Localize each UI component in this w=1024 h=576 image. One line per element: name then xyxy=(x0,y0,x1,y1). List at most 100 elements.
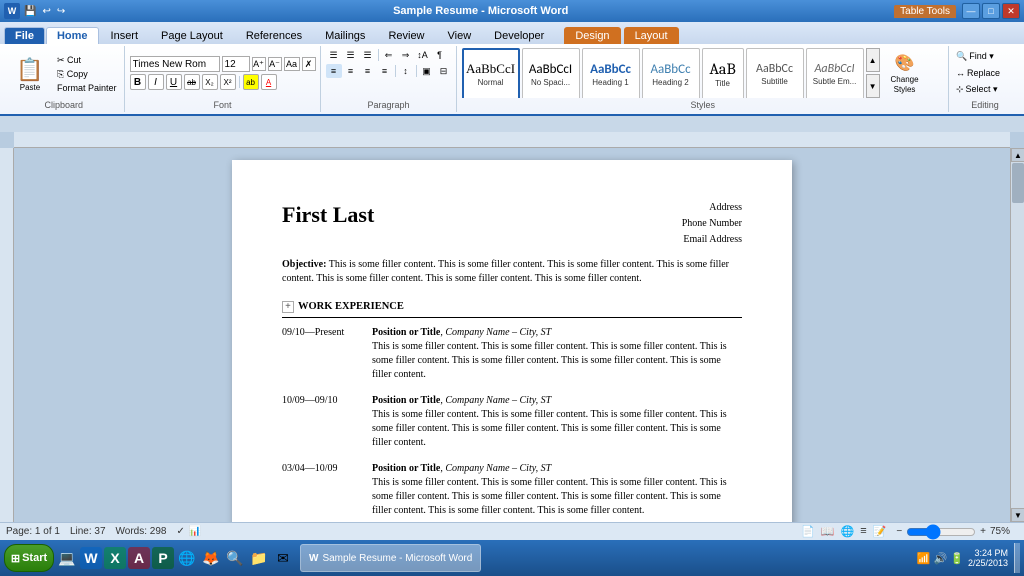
tab-file[interactable]: File xyxy=(4,27,45,44)
minimize-button[interactable]: — xyxy=(962,3,980,19)
tab-layout[interactable]: Layout xyxy=(624,27,679,44)
underline-button[interactable]: U xyxy=(166,74,182,90)
zoom-level[interactable]: 75% xyxy=(990,526,1018,537)
taskbar-icon-word[interactable]: W xyxy=(80,547,102,569)
justify-button[interactable]: ≡ xyxy=(377,64,393,78)
font-size-up-button[interactable]: A⁺ xyxy=(252,57,266,71)
multilevel-button[interactable]: ☰ xyxy=(360,48,376,62)
volume-icon[interactable]: 🔊 xyxy=(934,552,948,565)
style-normal[interactable]: AaBbCcI Normal xyxy=(462,48,520,98)
copy-button[interactable]: ⎘ Copy xyxy=(54,68,120,81)
taskbar-icon-excel[interactable]: X xyxy=(104,547,126,569)
start-button[interactable]: ⊞ Start xyxy=(4,544,54,572)
cut-button[interactable]: ✂ Cut xyxy=(54,54,120,67)
zoom-in-button[interactable]: + xyxy=(980,526,986,537)
select-button[interactable]: ⊹ Select ▾ xyxy=(954,82,1016,97)
close-button[interactable]: ✕ xyxy=(1002,3,1020,19)
macro-icon: 📊 xyxy=(189,526,201,537)
shading-button[interactable]: ▣ xyxy=(419,64,435,78)
left-ruler xyxy=(0,148,14,522)
web-layout-button[interactable]: 🌐 xyxy=(838,525,856,538)
style-no-spacing[interactable]: AaBbCcI No Spaci... xyxy=(522,48,580,98)
quick-access-redo[interactable]: ↪ xyxy=(55,6,67,17)
maximize-button[interactable]: □ xyxy=(982,3,1000,19)
font-color-button[interactable]: A xyxy=(261,74,277,90)
find-button[interactable]: 🔍 Find ▾ xyxy=(954,49,1016,64)
right-scrollbar[interactable]: ▲ ▼ xyxy=(1010,148,1024,522)
superscript-button[interactable]: X² xyxy=(220,74,236,90)
styles-group: AaBbCcI Normal AaBbCcI No Spaci... AaBbC… xyxy=(458,46,949,112)
font-size-input[interactable] xyxy=(222,56,250,72)
font-name-input[interactable] xyxy=(130,56,220,72)
change-case-button[interactable]: Aa xyxy=(284,57,300,71)
paste-button[interactable]: 📋 Paste xyxy=(8,48,52,100)
taskbar-icon-firefox[interactable]: 🦊 xyxy=(200,547,222,569)
document-scroll-area[interactable]: First Last Address Phone Number Email Ad… xyxy=(14,148,1010,522)
style-heading1[interactable]: AaBbCc Heading 1 xyxy=(582,48,640,98)
styles-scroll-up[interactable]: ▲ xyxy=(866,48,880,72)
network-icon[interactable]: 📶 xyxy=(917,552,931,565)
subscript-button[interactable]: X₂ xyxy=(202,74,218,90)
taskbar-icon-ie[interactable]: 🌐 xyxy=(176,547,198,569)
outline-view-button[interactable]: ≡ xyxy=(858,525,868,538)
tab-insert[interactable]: Insert xyxy=(100,27,150,44)
tab-developer[interactable]: Developer xyxy=(483,27,555,44)
tab-view[interactable]: View xyxy=(437,27,483,44)
replace-button[interactable]: ↔ Replace xyxy=(954,66,1016,80)
increase-indent-button[interactable]: ⇒ xyxy=(398,48,414,62)
status-bar: Page: 1 of 1 Line: 37 Words: 298 ✓ 📊 📄 📖… xyxy=(0,522,1024,540)
align-center-button[interactable]: ≡ xyxy=(343,64,359,78)
scroll-up-button[interactable]: ▲ xyxy=(1011,148,1024,162)
tab-review[interactable]: Review xyxy=(377,27,435,44)
styles-scroll-down[interactable]: ▼ xyxy=(866,74,880,98)
clock[interactable]: 3:24 PM 2/25/2013 xyxy=(968,548,1008,568)
zoom-slider[interactable] xyxy=(906,528,976,536)
taskbar-icon-project[interactable]: P xyxy=(152,547,174,569)
font-size-down-button[interactable]: A⁻ xyxy=(268,57,282,71)
scroll-down-button[interactable]: ▼ xyxy=(1011,508,1024,522)
spell-check-icon[interactable]: ✓ xyxy=(176,526,184,537)
taskbar-icon-explorer[interactable]: 💻 xyxy=(56,547,78,569)
scroll-thumb[interactable] xyxy=(1012,163,1024,203)
tab-mailings[interactable]: Mailings xyxy=(314,27,376,44)
strikethrough-button[interactable]: ab xyxy=(184,74,200,90)
tab-references[interactable]: References xyxy=(235,27,313,44)
taskbar-icon-folder[interactable]: 📁 xyxy=(248,547,270,569)
italic-button[interactable]: I xyxy=(148,74,164,90)
document-header: First Last Address Phone Number Email Ad… xyxy=(282,200,742,248)
taskbar-icon-access[interactable]: A xyxy=(128,547,150,569)
align-left-button[interactable]: ≡ xyxy=(326,64,342,78)
draft-view-button[interactable]: 📝 xyxy=(871,525,889,538)
tab-design[interactable]: Design xyxy=(564,27,620,44)
taskbar-icon-search[interactable]: 🔍 xyxy=(224,547,246,569)
bullets-button[interactable]: ☰ xyxy=(326,48,342,62)
style-heading2[interactable]: AaBbCc Heading 2 xyxy=(642,48,700,98)
decrease-indent-button[interactable]: ⇐ xyxy=(381,48,397,62)
zoom-out-button[interactable]: − xyxy=(896,526,902,537)
show-paragraph-button[interactable]: ¶ xyxy=(432,48,448,62)
show-desktop-button[interactable] xyxy=(1014,543,1020,573)
change-styles-button[interactable]: 🎨 ChangeStyles xyxy=(882,48,928,98)
quick-access-undo[interactable]: ↩ xyxy=(40,6,52,17)
style-title[interactable]: AaB Title xyxy=(702,48,744,98)
tab-home[interactable]: Home xyxy=(46,27,99,44)
sort-button[interactable]: ↕A xyxy=(415,48,431,62)
style-subtle-em[interactable]: AaBbCcI Subtle Em... xyxy=(806,48,864,98)
full-reading-button[interactable]: 📖 xyxy=(819,525,837,538)
section-expand-icon[interactable]: + xyxy=(282,301,294,313)
numbering-button[interactable]: ☰ xyxy=(343,48,359,62)
tab-page-layout[interactable]: Page Layout xyxy=(150,27,234,44)
align-right-button[interactable]: ≡ xyxy=(360,64,376,78)
clear-format-button[interactable]: ✗ xyxy=(302,57,316,71)
style-subtitle[interactable]: AaBbCc Subtitle xyxy=(746,48,804,98)
bold-button[interactable]: B xyxy=(130,74,146,90)
print-view-button[interactable]: 📄 xyxy=(799,525,817,538)
paste-label: Paste xyxy=(20,83,40,92)
taskbar-word-app[interactable]: W Sample Resume - Microsoft Word xyxy=(300,544,481,572)
borders-button[interactable]: ⊟ xyxy=(436,64,452,78)
format-painter-button[interactable]: Format Painter xyxy=(54,82,120,94)
taskbar-icon-mail[interactable]: ✉ xyxy=(272,547,294,569)
text-highlight-button[interactable]: ab xyxy=(243,74,259,90)
line-spacing-button[interactable]: ↕ xyxy=(398,64,414,78)
quick-access-save[interactable]: 💾 xyxy=(22,6,38,17)
